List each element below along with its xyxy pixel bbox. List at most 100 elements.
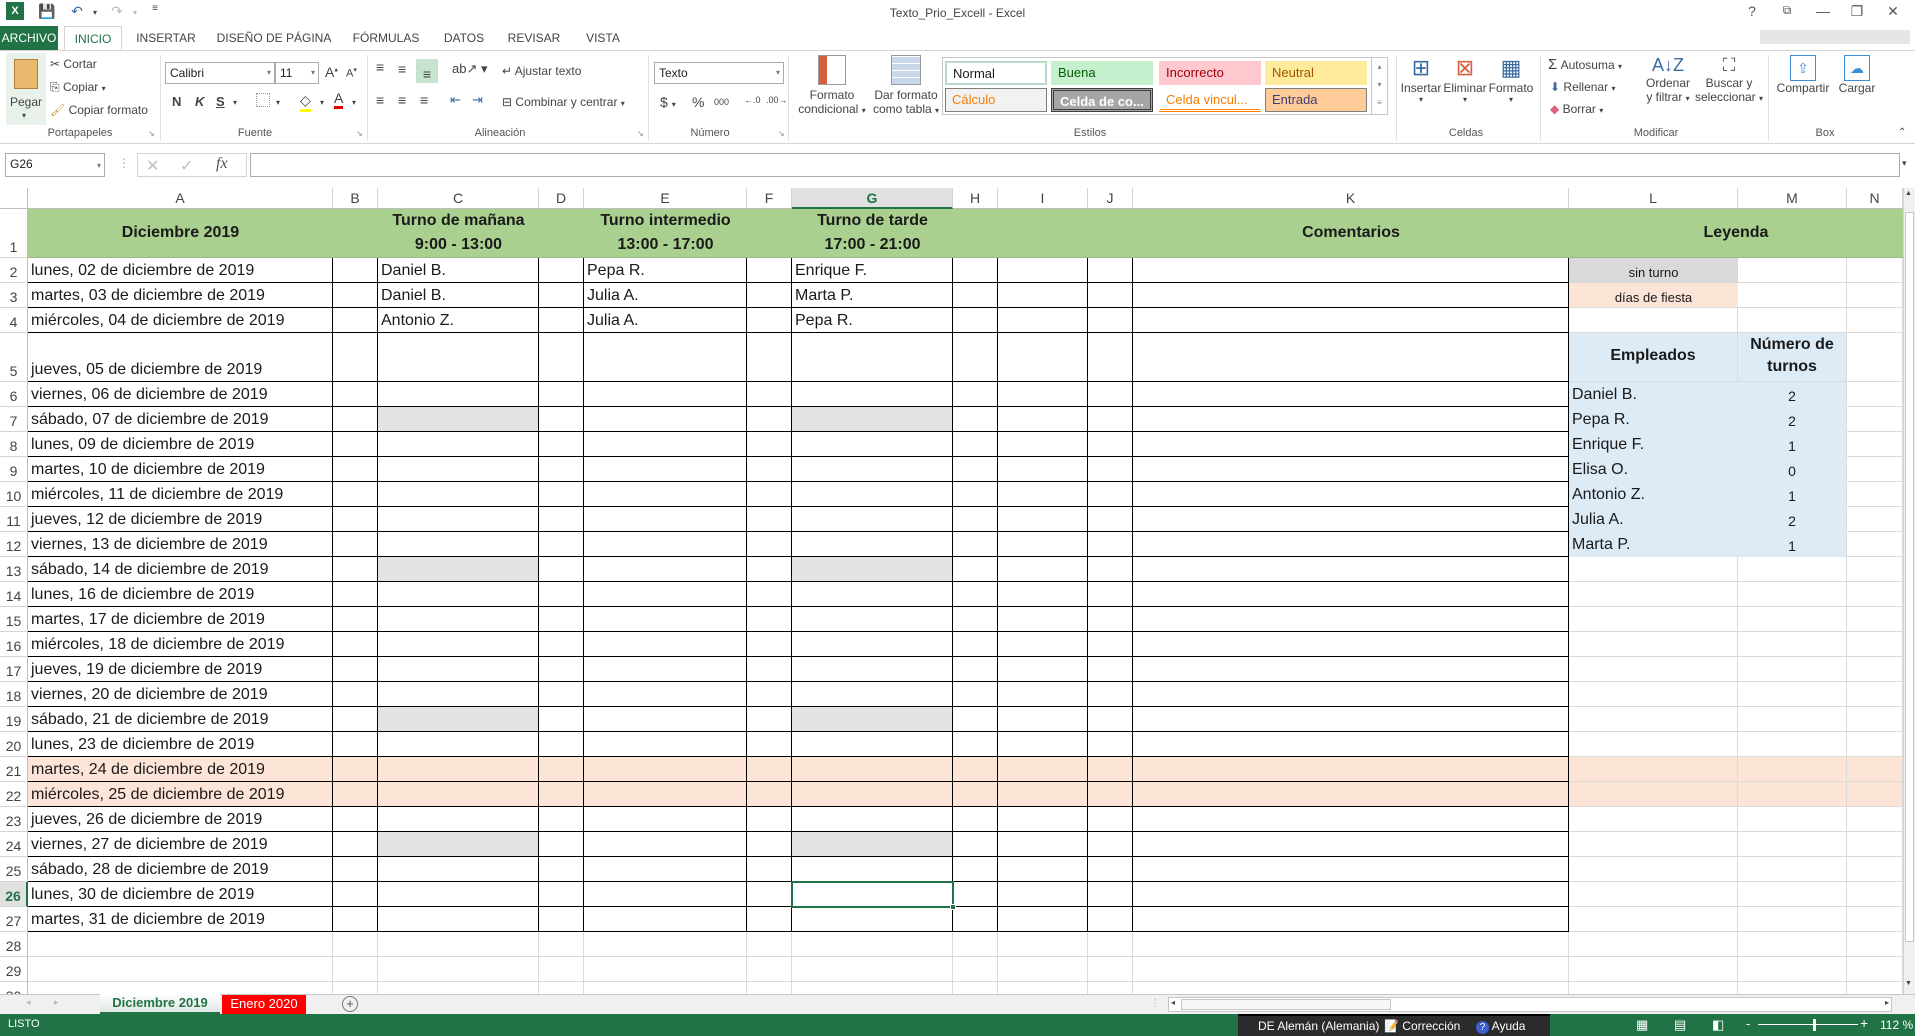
fill-color-icon[interactable]: ◇ xyxy=(300,92,311,112)
cell[interactable] xyxy=(1088,407,1133,432)
cell[interactable] xyxy=(792,857,953,882)
employee-turn-count[interactable]: 1 xyxy=(1738,432,1847,457)
cell[interactable] xyxy=(539,907,584,932)
cell[interactable] xyxy=(539,308,584,333)
format-painter-button[interactable]: 🖌 Copiar formato xyxy=(50,103,148,117)
cell[interactable] xyxy=(333,308,378,333)
share-button[interactable]: ⇪ Compartir xyxy=(1774,55,1832,95)
cell[interactable] xyxy=(378,557,539,582)
cell[interactable] xyxy=(1847,932,1903,957)
employee-name[interactable]: Antonio Z. xyxy=(1569,482,1738,507)
cell[interactable] xyxy=(747,308,792,333)
prev-sheet-icon[interactable]: ◂ xyxy=(26,997,31,1008)
cell[interactable] xyxy=(1738,957,1847,982)
cell[interactable] xyxy=(1133,457,1569,482)
cell[interactable] xyxy=(747,907,792,932)
cell[interactable] xyxy=(1133,607,1569,632)
cell[interactable] xyxy=(998,382,1088,407)
cell[interactable] xyxy=(584,832,747,857)
cell[interactable] xyxy=(953,582,998,607)
cell[interactable] xyxy=(998,308,1088,333)
cell[interactable] xyxy=(953,607,998,632)
cell-style-7[interactable]: Celda vincul... xyxy=(1159,88,1261,112)
cell[interactable] xyxy=(1088,532,1133,557)
cell[interactable] xyxy=(747,557,792,582)
cell[interactable] xyxy=(792,982,953,994)
cell[interactable] xyxy=(1738,882,1847,907)
cell[interactable] xyxy=(998,982,1088,994)
sort-filter-button[interactable]: A↓Z Ordenar y filtrar ▾ xyxy=(1640,55,1696,104)
cell[interactable] xyxy=(953,258,998,283)
cell[interactable] xyxy=(1088,582,1133,607)
cell[interactable] xyxy=(333,507,378,532)
name-box[interactable]: G26 ▾ xyxy=(5,153,105,177)
cell[interactable] xyxy=(333,333,378,382)
find-select-button[interactable]: ⛶ Buscar y seleccionar ▾ xyxy=(1694,55,1764,104)
employee-turn-count[interactable]: 2 xyxy=(1738,507,1847,532)
sheet-tab-enero-2020[interactable]: Enero 2020 xyxy=(222,995,306,1014)
cell[interactable] xyxy=(747,607,792,632)
help-icon[interactable]: ? xyxy=(1737,3,1767,23)
employee-turn-count[interactable]: 2 xyxy=(1738,382,1847,407)
cell[interactable] xyxy=(953,682,998,707)
sheet-tab-diciembre-2019[interactable]: Diciembre 2019 xyxy=(100,994,220,1014)
cell[interactable] xyxy=(1569,308,1738,333)
copy-button[interactable]: ⎘ Copiar ▾ xyxy=(50,80,106,95)
cell[interactable] xyxy=(998,707,1088,732)
cell[interactable] xyxy=(378,732,539,757)
chevron-down-icon[interactable]: ▾ xyxy=(233,98,237,107)
cell[interactable] xyxy=(1847,707,1903,732)
cell[interactable] xyxy=(584,907,747,932)
zoom-slider-thumb[interactable] xyxy=(1813,1019,1816,1031)
cell[interactable] xyxy=(792,657,953,682)
cell[interactable] xyxy=(1088,982,1133,994)
zoom-slider[interactable] xyxy=(1758,1024,1858,1025)
scroll-down-icon[interactable]: ▼ xyxy=(1905,980,1912,987)
cell[interactable] xyxy=(747,682,792,707)
cell[interactable] xyxy=(747,882,792,907)
cell[interactable] xyxy=(1133,957,1569,982)
cell[interactable] xyxy=(792,507,953,532)
cell[interactable] xyxy=(998,832,1088,857)
cell[interactable] xyxy=(378,432,539,457)
cell[interactable] xyxy=(792,457,953,482)
date-cell[interactable]: jueves, 26 de diciembre de 2019 xyxy=(28,807,333,832)
cell[interactable] xyxy=(378,707,539,732)
cell[interactable] xyxy=(1847,807,1903,832)
cell[interactable] xyxy=(1133,632,1569,657)
header-month[interactable]: Diciembre 2019 xyxy=(28,209,333,258)
scroll-up-icon[interactable]: ▲ xyxy=(1905,190,1912,197)
cell[interactable] xyxy=(378,657,539,682)
cell[interactable] xyxy=(1738,807,1847,832)
cell[interactable] xyxy=(792,432,953,457)
employee-turn-count[interactable]: 1 xyxy=(1738,532,1847,557)
date-cell[interactable]: lunes, 09 de diciembre de 2019 xyxy=(28,432,333,457)
column-header-i[interactable]: I xyxy=(998,188,1088,209)
normal-view-icon[interactable]: ▦ xyxy=(1636,1017,1648,1033)
cell[interactable] xyxy=(998,807,1088,832)
cell[interactable] xyxy=(1847,283,1903,308)
employees-header[interactable]: Empleados xyxy=(1569,333,1738,382)
header-hij[interactable] xyxy=(953,209,1133,258)
cell[interactable] xyxy=(333,432,378,457)
cell[interactable] xyxy=(998,907,1088,932)
cell-style-8[interactable]: Entrada xyxy=(1265,88,1367,112)
cell[interactable] xyxy=(953,832,998,857)
cell[interactable] xyxy=(792,757,953,782)
cell[interactable] xyxy=(792,907,953,932)
drag-handle-icon[interactable]: ⋮ xyxy=(118,156,130,170)
date-cell[interactable]: martes, 31 de diciembre de 2019 xyxy=(28,907,333,932)
row-header[interactable]: 19 xyxy=(0,707,28,732)
date-cell[interactable]: lunes, 30 de diciembre de 2019 xyxy=(28,882,333,907)
cell[interactable] xyxy=(1847,432,1903,457)
cell[interactable] xyxy=(539,482,584,507)
cell[interactable] xyxy=(953,382,998,407)
cell[interactable] xyxy=(953,457,998,482)
row-header[interactable]: 20 xyxy=(0,732,28,757)
chevron-down-icon[interactable]: ▾ xyxy=(352,98,356,107)
cell[interactable] xyxy=(1088,757,1133,782)
cell[interactable] xyxy=(792,582,953,607)
cell[interactable] xyxy=(1088,382,1133,407)
header-f[interactable] xyxy=(747,209,792,258)
cell[interactable] xyxy=(378,782,539,807)
